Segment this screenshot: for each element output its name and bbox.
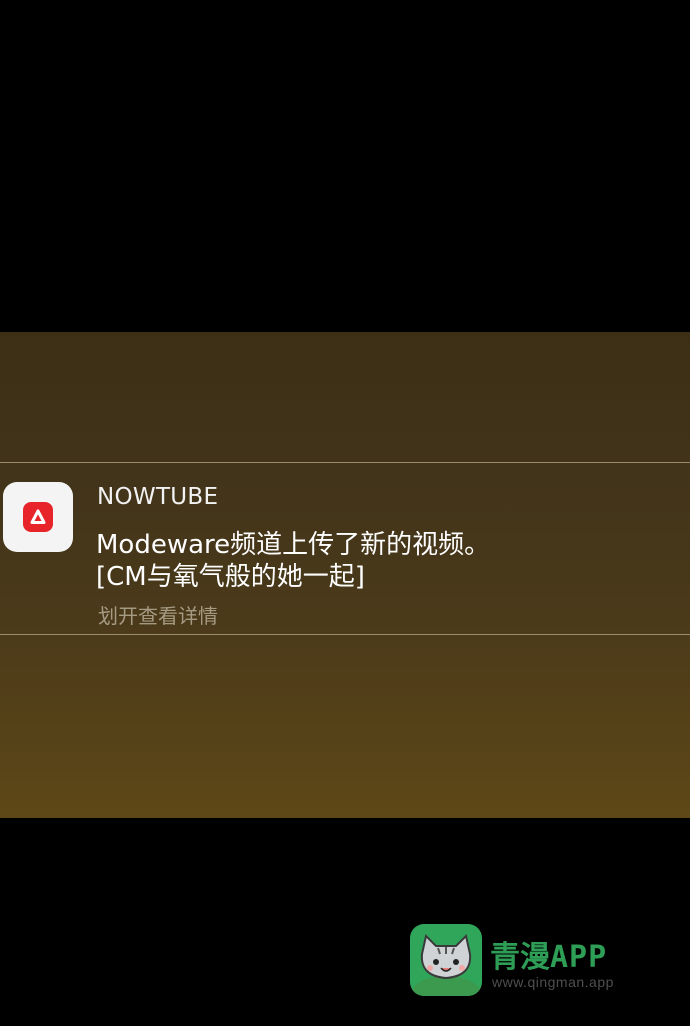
- watermark-title-cn: 青漫: [490, 940, 550, 975]
- nowtube-logo-icon: [23, 502, 53, 532]
- watermark: 青漫APP www.qingman.app: [410, 924, 650, 996]
- cat-mascot-icon: [410, 924, 482, 996]
- watermark-title: 青漫APP: [490, 932, 607, 976]
- notification-app-name: NOWTUBE: [97, 484, 219, 510]
- notification-divider-bottom: [0, 634, 690, 635]
- nowtube-app-icon[interactable]: [3, 482, 73, 552]
- notification-panel: NOWTUBE Modeware频道上传了新的视频。 [CM与氧气般的她一起] …: [0, 332, 690, 818]
- notification-message-line2[interactable]: [CM与氧气般的她一起]: [96, 556, 365, 593]
- swipe-hint: 划开查看详情: [98, 604, 218, 628]
- watermark-url: www.qingman.app: [492, 974, 614, 990]
- notification-divider-top: [0, 462, 690, 463]
- watermark-title-en: APP: [550, 940, 608, 975]
